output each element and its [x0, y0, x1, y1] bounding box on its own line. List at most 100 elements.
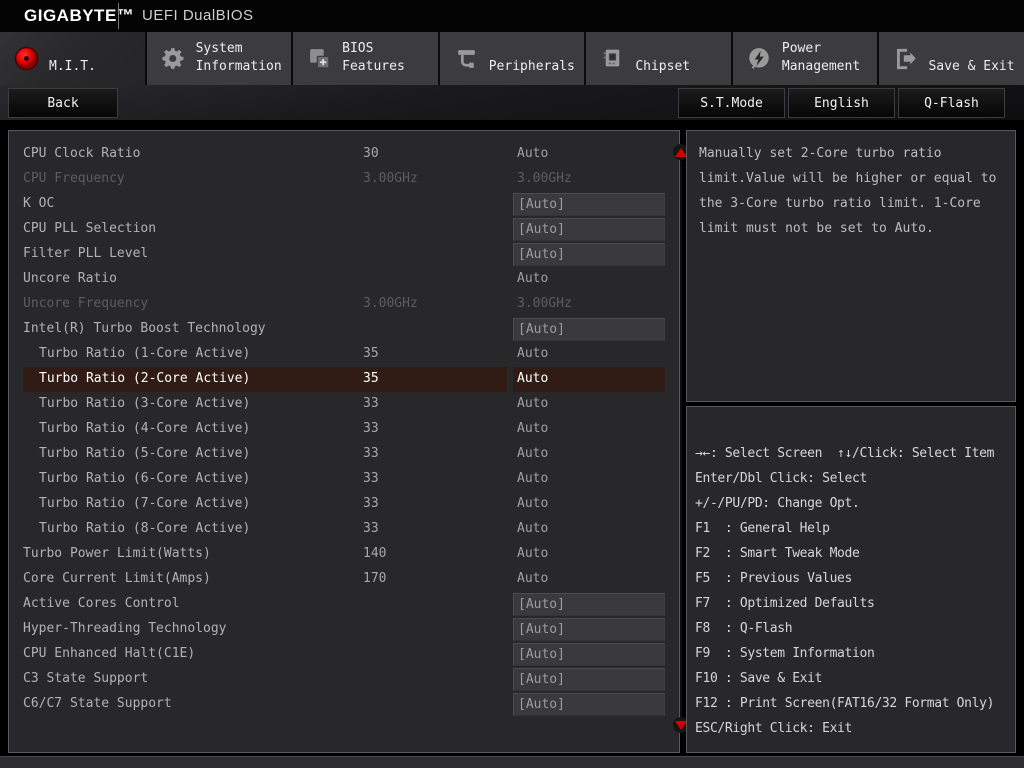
setting-label: C6/C7 State Support [23, 696, 172, 711]
settings-row-turbo-power-limit-watts[interactable]: Turbo Power Limit(Watts) 140 Auto [9, 542, 679, 567]
setting-value[interactable]: Auto [517, 571, 548, 586]
shortcut-line: F10 : Save & Exit [695, 666, 1007, 691]
settings-row-cpu-frequency[interactable]: CPU Frequency 3.00GHz 3.00GHz [9, 167, 679, 192]
setting-value[interactable]: Auto [517, 346, 548, 361]
setting-value[interactable]: 3.00GHz [517, 296, 572, 311]
setting-value[interactable]: Auto [517, 396, 548, 411]
setting-label: Uncore Ratio [23, 271, 117, 286]
peripherals-icon [453, 45, 480, 72]
setting-current-value: 3.00GHz [363, 296, 418, 311]
tab-label: Peripherals [489, 39, 575, 79]
back-button[interactable]: Back [8, 88, 118, 118]
setting-label: Turbo Power Limit(Watts) [23, 546, 211, 561]
setting-value[interactable]: Auto [517, 271, 548, 286]
setting-current-value: 140 [363, 546, 386, 561]
setting-current-value: 33 [363, 396, 379, 411]
settings-row-core-current-limit-amps[interactable]: Core Current Limit(Amps)170Auto [9, 567, 679, 592]
setting-value-box[interactable]: [Auto] [513, 193, 665, 216]
setting-value-box[interactable]: [Auto] [513, 693, 665, 716]
s-t-mode-button[interactable]: S.T.Mode [678, 88, 785, 118]
shortcut-line: ESC/Right Click: Exit [695, 716, 1007, 741]
settings-row-uncore-ratio[interactable]: Uncore Ratio Auto [9, 267, 679, 292]
settings-row-intel-r-turbo-boost-technology[interactable]: Intel(R) Turbo Boost Technology[Auto] [9, 317, 679, 342]
settings-row-cpu-clock-ratio[interactable]: CPU Clock Ratio 30 Auto [9, 142, 679, 167]
setting-value[interactable]: Auto [517, 146, 548, 161]
shortcut-line: Enter/Dbl Click: Select [695, 466, 1007, 491]
settings-row-cpu-pll-selection[interactable]: CPU PLL Selection[Auto] [9, 217, 679, 242]
brand-divider [118, 3, 119, 29]
setting-label: Turbo Ratio (7-Core Active) [39, 496, 250, 511]
settings-row-turbo-ratio-2-core-active[interactable]: Turbo Ratio (2-Core Active)35Auto [9, 367, 679, 392]
mit-gauge-icon [13, 45, 40, 72]
setting-value-box[interactable]: [Auto] [513, 668, 665, 691]
settings-row-uncore-frequency[interactable]: Uncore Frequency3.00GHz3.00GHz [9, 292, 679, 317]
setting-label: CPU Clock Ratio [23, 146, 140, 161]
settings-row-cpu-enhanced-halt-c1e[interactable]: CPU Enhanced Halt(C1E) [Auto] [9, 642, 679, 667]
shortcut-line: F7 : Optimized Defaults [695, 591, 1007, 616]
setting-value[interactable]: Auto [517, 496, 548, 511]
setting-value-box[interactable]: [Auto] [513, 318, 665, 341]
tab-m-i-t[interactable]: M.I.T. [0, 32, 145, 85]
settings-row-c6-c7-state-support[interactable]: C6/C7 State Support [Auto] [9, 692, 679, 717]
setting-value[interactable]: Auto [517, 546, 548, 561]
settings-row-turbo-ratio-5-core-active[interactable]: Turbo Ratio (5-Core Active)33Auto [9, 442, 679, 467]
setting-value-box[interactable]: [Auto] [513, 643, 665, 666]
chipset-icon [599, 45, 626, 72]
exit-icon [892, 45, 919, 72]
tab-label: BIOS Features [342, 39, 405, 79]
toolbar: Back S.T.ModeEnglishQ-Flash [0, 85, 1024, 120]
tab-chipset[interactable]: Chipset [586, 32, 731, 85]
settings-row-turbo-ratio-6-core-active[interactable]: Turbo Ratio (6-Core Active)33Auto [9, 467, 679, 492]
setting-label: Turbo Ratio (2-Core Active) [39, 371, 250, 386]
setting-value[interactable]: Auto [517, 371, 548, 386]
tab-system-information[interactable]: System Information [147, 32, 292, 85]
tab-power-management[interactable]: Power Management [733, 32, 878, 85]
setting-value[interactable]: Auto [517, 471, 548, 486]
settings-row-active-cores-control[interactable]: Active Cores Control [Auto] [9, 592, 679, 617]
setting-current-value: 30 [363, 146, 379, 161]
setting-value-box[interactable]: [Auto] [513, 243, 665, 266]
settings-row-turbo-ratio-4-core-active[interactable]: Turbo Ratio (4-Core Active)33Auto [9, 417, 679, 442]
setting-label: K OC [23, 196, 54, 211]
top-brand-bar: GIGABYTE™ UEFI DualBIOS [0, 0, 1024, 32]
settings-row-k-oc[interactable]: K OC [Auto] [9, 192, 679, 217]
shortcut-line: →←: Select Screen ↑↓/Click: Select Item [695, 441, 1007, 466]
shortcut-line: F2 : Smart Tweak Mode [695, 541, 1007, 566]
q-flash-button[interactable]: Q-Flash [898, 88, 1005, 118]
bios-chip-icon [306, 45, 333, 72]
settings-row-turbo-ratio-3-core-active[interactable]: Turbo Ratio (3-Core Active) 33 Auto [9, 392, 679, 417]
setting-label: C3 State Support [23, 671, 148, 686]
settings-row-filter-pll-level[interactable]: Filter PLL Level [Auto] [9, 242, 679, 267]
setting-label: Hyper-Threading Technology [23, 621, 227, 636]
setting-value[interactable]: 3.00GHz [517, 171, 572, 186]
settings-row-hyper-threading-technology[interactable]: Hyper-Threading Technology [Auto] [9, 617, 679, 642]
tab-label: M.I.T. [49, 39, 96, 79]
setting-current-value: 3.00GHz [363, 171, 418, 186]
setting-label: Filter PLL Level [23, 246, 148, 261]
setting-label: CPU Enhanced Halt(C1E) [23, 646, 195, 661]
setting-value[interactable]: Auto [517, 421, 548, 436]
setting-value[interactable]: Auto [517, 446, 548, 461]
setting-label: Active Cores Control [23, 596, 180, 611]
setting-current-value: 35 [363, 346, 379, 361]
power-icon [746, 45, 773, 72]
setting-value-box[interactable]: [Auto] [513, 218, 665, 241]
tab-save-exit[interactable]: Save & Exit [879, 32, 1024, 85]
setting-value[interactable]: Auto [517, 521, 548, 536]
settings-row-turbo-ratio-1-core-active[interactable]: Turbo Ratio (1-Core Active) 35 Auto [9, 342, 679, 367]
setting-label: Turbo Ratio (3-Core Active) [39, 396, 250, 411]
settings-row-turbo-ratio-7-core-active[interactable]: Turbo Ratio (7-Core Active)33Auto [9, 492, 679, 517]
tab-bios-features[interactable]: BIOS Features [293, 32, 438, 85]
scrollbar-track[interactable] [680, 161, 682, 717]
tab-bar: M.I.T. System Information BIOS Features Per… [0, 32, 1024, 85]
setting-value-box[interactable]: [Auto] [513, 618, 665, 641]
settings-row-c3-state-support[interactable]: C3 State Support [Auto] [9, 667, 679, 692]
setting-label: Turbo Ratio (1-Core Active) [39, 346, 250, 361]
setting-label: CPU Frequency [23, 171, 125, 186]
setting-value-box[interactable]: [Auto] [513, 593, 665, 616]
english-button[interactable]: English [788, 88, 895, 118]
shortcut-line: F5 : Previous Values [695, 566, 1007, 591]
settings-row-turbo-ratio-8-core-active[interactable]: Turbo Ratio (8-Core Active)33Auto [9, 517, 679, 542]
gear-icon [160, 45, 187, 72]
tab-peripherals[interactable]: Peripherals [440, 32, 585, 85]
